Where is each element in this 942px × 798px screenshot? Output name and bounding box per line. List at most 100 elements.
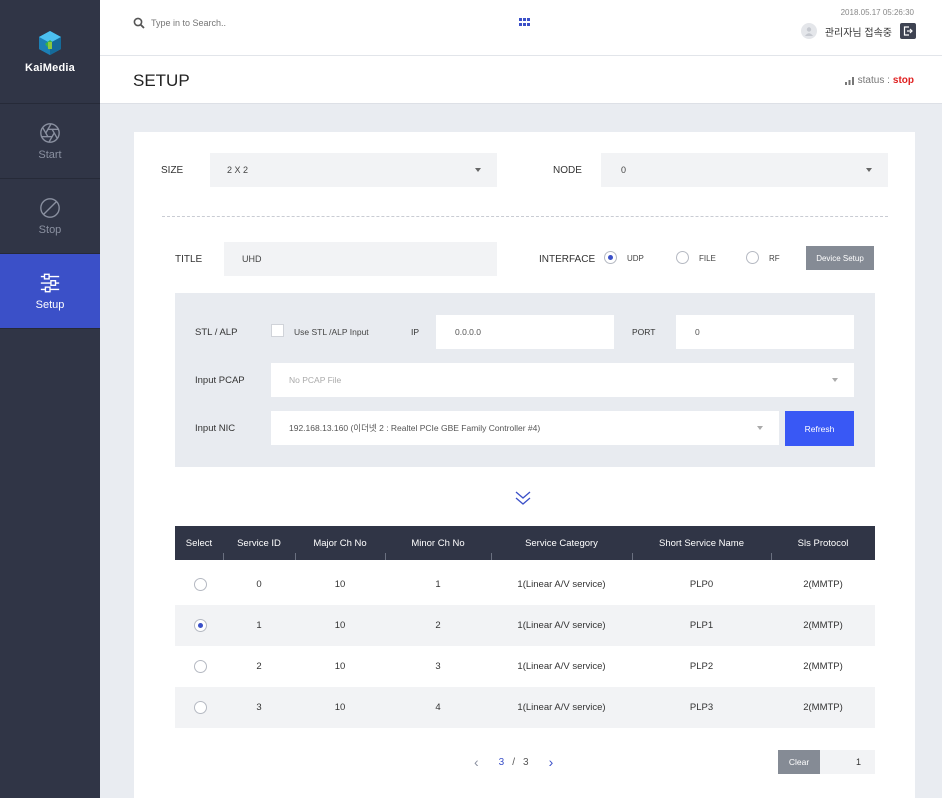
pcap-placeholder: No PCAP File bbox=[289, 375, 342, 385]
chevron-left-icon[interactable]: ‹ bbox=[474, 754, 479, 770]
pcap-label: Input PCAP bbox=[195, 375, 245, 386]
nav-stop[interactable]: Stop bbox=[0, 179, 100, 254]
page-separator: / bbox=[512, 756, 516, 768]
radio-rf[interactable] bbox=[746, 251, 759, 264]
input-panel: STL / ALP Use STL /ALP Input IP 0.0.0.0 … bbox=[175, 293, 875, 467]
cell-short-name: PLP3 bbox=[689, 702, 714, 713]
row-select-radio[interactable] bbox=[194, 701, 207, 714]
size-label: SIZE bbox=[161, 165, 184, 176]
topbar: 2018.05.17 05:26:30 관리자님 접속중 bbox=[100, 0, 942, 56]
th-category: Service Category bbox=[525, 537, 598, 549]
status-label: status : bbox=[857, 75, 890, 86]
cell-major: 10 bbox=[334, 579, 346, 590]
radio-udp[interactable] bbox=[604, 251, 617, 264]
ip-input[interactable]: 0.0.0.0 bbox=[436, 315, 614, 349]
title-input[interactable]: UHD bbox=[224, 242, 497, 276]
stl-checkbox-label: Use STL /ALP Input bbox=[294, 327, 369, 337]
cell-category: 1(Linear A/V service) bbox=[517, 702, 606, 713]
double-chevron-down-icon[interactable] bbox=[514, 490, 532, 506]
device-setup-button[interactable]: Device Setup bbox=[806, 246, 874, 270]
nic-value: 192.168.13.160 (이더넷 2 : Realtel PCIe GBE… bbox=[289, 423, 541, 433]
nav-setup[interactable]: Setup bbox=[0, 254, 100, 329]
logout-button[interactable] bbox=[900, 23, 916, 39]
column-divider bbox=[295, 553, 296, 560]
app-name: KaiMedia bbox=[25, 61, 75, 74]
radio-rf-label: RF bbox=[769, 254, 780, 263]
port-input[interactable]: 0 bbox=[676, 315, 854, 349]
cell-protocol: 2(MMTP) bbox=[803, 579, 843, 590]
nav-start[interactable]: Start bbox=[0, 104, 100, 179]
table-header: Select Service ID Major Ch No Minor Ch N… bbox=[175, 526, 875, 560]
clear-button[interactable]: Clear bbox=[778, 750, 820, 774]
node-value: 0 bbox=[621, 165, 627, 175]
row-select-radio[interactable] bbox=[194, 660, 207, 673]
cell-major: 10 bbox=[334, 661, 346, 672]
title-label: TITLE bbox=[175, 254, 203, 265]
apps-grid-icon[interactable] bbox=[519, 18, 530, 27]
nav-stop-label: Stop bbox=[38, 223, 62, 236]
node-select[interactable]: 0 bbox=[601, 153, 888, 187]
radio-file[interactable] bbox=[676, 251, 689, 264]
table-row[interactable]: 1 10 2 1(Linear A/V service) PLP1 2(MMTP… bbox=[175, 605, 875, 646]
search-icon bbox=[133, 17, 145, 29]
size-select[interactable]: 2 X 2 bbox=[210, 153, 497, 187]
sliders-icon bbox=[40, 273, 60, 292]
aperture-icon bbox=[40, 122, 60, 143]
search-input[interactable] bbox=[151, 18, 351, 28]
row-select-radio[interactable] bbox=[194, 578, 207, 591]
size-value: 2 X 2 bbox=[227, 165, 249, 175]
table-row[interactable]: 3 10 4 1(Linear A/V service) PLP3 2(MMTP… bbox=[175, 687, 875, 728]
page-header: SETUP status : stop bbox=[100, 56, 942, 104]
user-info: 관리자님 접속중 bbox=[800, 23, 916, 39]
search-box[interactable] bbox=[133, 17, 351, 29]
user-label: 관리자님 접속중 bbox=[824, 27, 892, 39]
avatar[interactable] bbox=[800, 23, 817, 39]
cell-protocol: 2(MMTP) bbox=[803, 661, 843, 672]
column-divider bbox=[385, 553, 386, 560]
sidebar: KaiMedia Start Stop Setup bbox=[0, 0, 100, 798]
status-value: stop bbox=[892, 75, 914, 86]
refresh-button[interactable]: Refresh bbox=[785, 411, 854, 446]
cell-protocol: 2(MMTP) bbox=[803, 620, 843, 631]
logo[interactable]: KaiMedia bbox=[0, 0, 100, 104]
page-current: 3 bbox=[498, 756, 505, 768]
user-icon bbox=[804, 27, 813, 36]
th-short-name: Short Service Name bbox=[658, 537, 744, 549]
cell-minor: 1 bbox=[435, 579, 441, 590]
th-protocol: Sls Protocol bbox=[797, 537, 849, 549]
page-number-input[interactable]: 1 bbox=[820, 750, 875, 774]
page-title: SETUP bbox=[133, 71, 190, 90]
divider bbox=[162, 216, 888, 217]
chevron-down-icon bbox=[475, 168, 481, 172]
table-row[interactable]: 2 10 3 1(Linear A/V service) PLP2 2(MMTP… bbox=[175, 646, 875, 687]
nic-select[interactable]: 192.168.13.160 (이더넷 2 : Realtel PCIe GBE… bbox=[271, 411, 779, 445]
stl-checkbox[interactable] bbox=[271, 324, 284, 337]
radio-udp-label: UDP bbox=[627, 254, 644, 263]
chevron-down-icon bbox=[832, 378, 838, 382]
column-divider bbox=[771, 553, 772, 560]
status-indicator: status : stop bbox=[844, 75, 914, 86]
cell-protocol: 2(MMTP) bbox=[803, 702, 843, 713]
table-row[interactable]: 0 10 1 1(Linear A/V service) PLP0 2(MMTP… bbox=[175, 564, 875, 605]
cell-short-name: PLP0 bbox=[689, 579, 714, 590]
chevron-down-icon bbox=[866, 168, 872, 172]
column-divider bbox=[223, 553, 224, 560]
logout-icon bbox=[903, 26, 913, 36]
cell-major: 10 bbox=[334, 620, 346, 631]
th-major: Major Ch No bbox=[313, 537, 367, 549]
title-value: UHD bbox=[242, 254, 262, 264]
cell-service-id: 1 bbox=[256, 620, 262, 631]
radio-file-label: FILE bbox=[699, 254, 716, 263]
column-divider bbox=[491, 553, 492, 560]
th-service-id: Service ID bbox=[237, 537, 281, 549]
datetime: 2018.05.17 05:26:30 bbox=[840, 8, 914, 17]
port-value: 0 bbox=[695, 327, 700, 337]
row-select-radio[interactable] bbox=[194, 619, 207, 632]
stop-circle-icon bbox=[40, 197, 60, 218]
pcap-select[interactable]: No PCAP File bbox=[271, 363, 854, 397]
signal-icon bbox=[844, 76, 854, 85]
chevron-right-icon[interactable]: › bbox=[549, 754, 554, 770]
page-total: 3 bbox=[523, 756, 529, 768]
ip-label: IP bbox=[411, 327, 420, 337]
cell-minor: 2 bbox=[435, 620, 441, 631]
